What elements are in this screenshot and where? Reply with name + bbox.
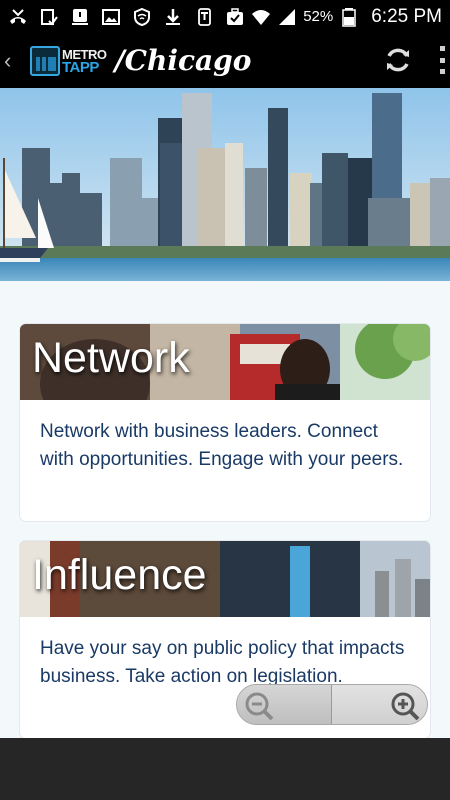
zoom-out-icon xyxy=(245,692,274,720)
voicemail-icon xyxy=(70,7,90,27)
download-icon xyxy=(163,7,183,27)
network-card-description: Network with business leaders. Connect w… xyxy=(40,421,404,470)
signal-icon xyxy=(277,7,297,27)
influence-card-image: Influence xyxy=(20,541,430,617)
zoom-in-icon xyxy=(391,692,420,720)
app-bar: ‹ METRO TAPP /Chicago xyxy=(0,33,450,88)
clock: 6:25 PM xyxy=(371,5,442,27)
zoom-out-button[interactable] xyxy=(237,685,332,724)
missed-call-icon xyxy=(8,7,28,27)
battery-icon xyxy=(339,7,359,27)
overflow-menu-button[interactable] xyxy=(436,46,448,74)
overflow-dot xyxy=(439,69,445,74)
bottom-navigation-area xyxy=(0,738,450,800)
back-chevron-icon[interactable]: ‹ xyxy=(4,48,22,74)
logo-tapp-text: TAPP xyxy=(62,58,99,76)
image-icon xyxy=(101,7,121,27)
zoom-control[interactable] xyxy=(236,684,428,725)
network-card-title: Network xyxy=(32,334,190,382)
main-content[interactable]: Network Network with business leaders. C… xyxy=(0,88,450,738)
shield-icon xyxy=(132,7,152,27)
status-bar: 52% 6:25 PM xyxy=(0,0,450,33)
wifi-icon xyxy=(251,7,271,27)
overflow-dot xyxy=(439,57,445,63)
city-title: /Chicago xyxy=(114,44,252,77)
t-mobile-icon xyxy=(194,7,214,27)
system-status: 52% 6:25 PM xyxy=(251,6,442,28)
influence-card-title: Influence xyxy=(32,551,207,599)
refresh-button[interactable] xyxy=(383,45,413,75)
clipboard-icon xyxy=(39,7,59,27)
battery-percent: 52% xyxy=(303,8,334,25)
app-logo: METRO TAPP xyxy=(62,48,107,76)
network-card-image: Network xyxy=(20,324,430,400)
refresh-icon xyxy=(387,48,409,72)
notification-icons xyxy=(8,7,245,27)
chicago-skyline-banner xyxy=(0,88,450,281)
briefcase-check-icon xyxy=(225,7,245,27)
metrotapp-logo-icon xyxy=(30,45,60,76)
network-card[interactable]: Network Network with business leaders. C… xyxy=(20,324,430,521)
zoom-in-button[interactable] xyxy=(332,685,427,724)
overflow-dot xyxy=(439,46,445,51)
